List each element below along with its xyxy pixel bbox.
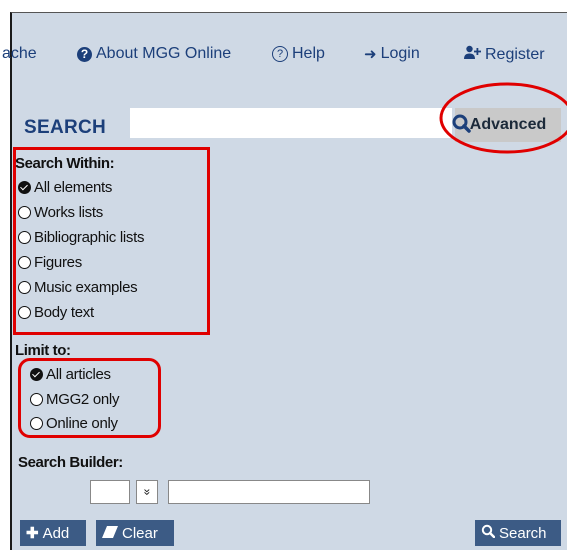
clear-button-label: Clear	[122, 524, 158, 542]
nav-login-label: Login	[380, 45, 420, 62]
nav-help-link[interactable]: ? Help	[272, 45, 325, 63]
search-label: SEARCH	[24, 117, 107, 138]
nav-help-label: Help	[292, 45, 325, 62]
nav-cache-label: ache	[2, 45, 37, 62]
plus-icon: ✚	[26, 525, 39, 542]
question-circle-icon: ?	[77, 46, 92, 62]
limit-to-title: Limit to:	[15, 342, 71, 359]
clear-button[interactable]: Clear	[96, 520, 174, 546]
nav-cache-link[interactable]: ache	[2, 45, 37, 63]
nav-register-link[interactable]: Register	[464, 45, 545, 64]
builder-term-input[interactable]	[168, 480, 370, 504]
annotation-box-limit-to	[18, 358, 161, 438]
search-button-label: Search	[499, 524, 547, 542]
eraser-icon	[102, 525, 118, 542]
search-button[interactable]: Search	[475, 520, 561, 546]
nav-login-link[interactable]: ➜ Login	[364, 45, 420, 63]
search-builder-title: Search Builder:	[18, 454, 123, 471]
add-button-label: Add	[42, 524, 70, 542]
search-icon	[481, 524, 496, 542]
chevron-down-icon: »	[140, 488, 154, 496]
user-plus-icon	[464, 45, 481, 64]
nav-about-label: About MGG Online	[96, 45, 232, 62]
annotation-box-search-within	[13, 147, 210, 335]
nav-register-label: Register	[485, 45, 545, 63]
help-icon: ?	[272, 46, 288, 62]
login-icon: ➜	[364, 46, 377, 63]
nav-about-link[interactable]: ? About MGG Online	[77, 45, 231, 63]
builder-operator-select[interactable]	[90, 480, 130, 504]
annotation-ellipse-advanced	[439, 82, 567, 154]
search-input[interactable]	[130, 108, 452, 138]
add-button[interactable]: ✚ Add	[20, 520, 86, 546]
builder-field-dropdown[interactable]: »	[136, 480, 158, 504]
